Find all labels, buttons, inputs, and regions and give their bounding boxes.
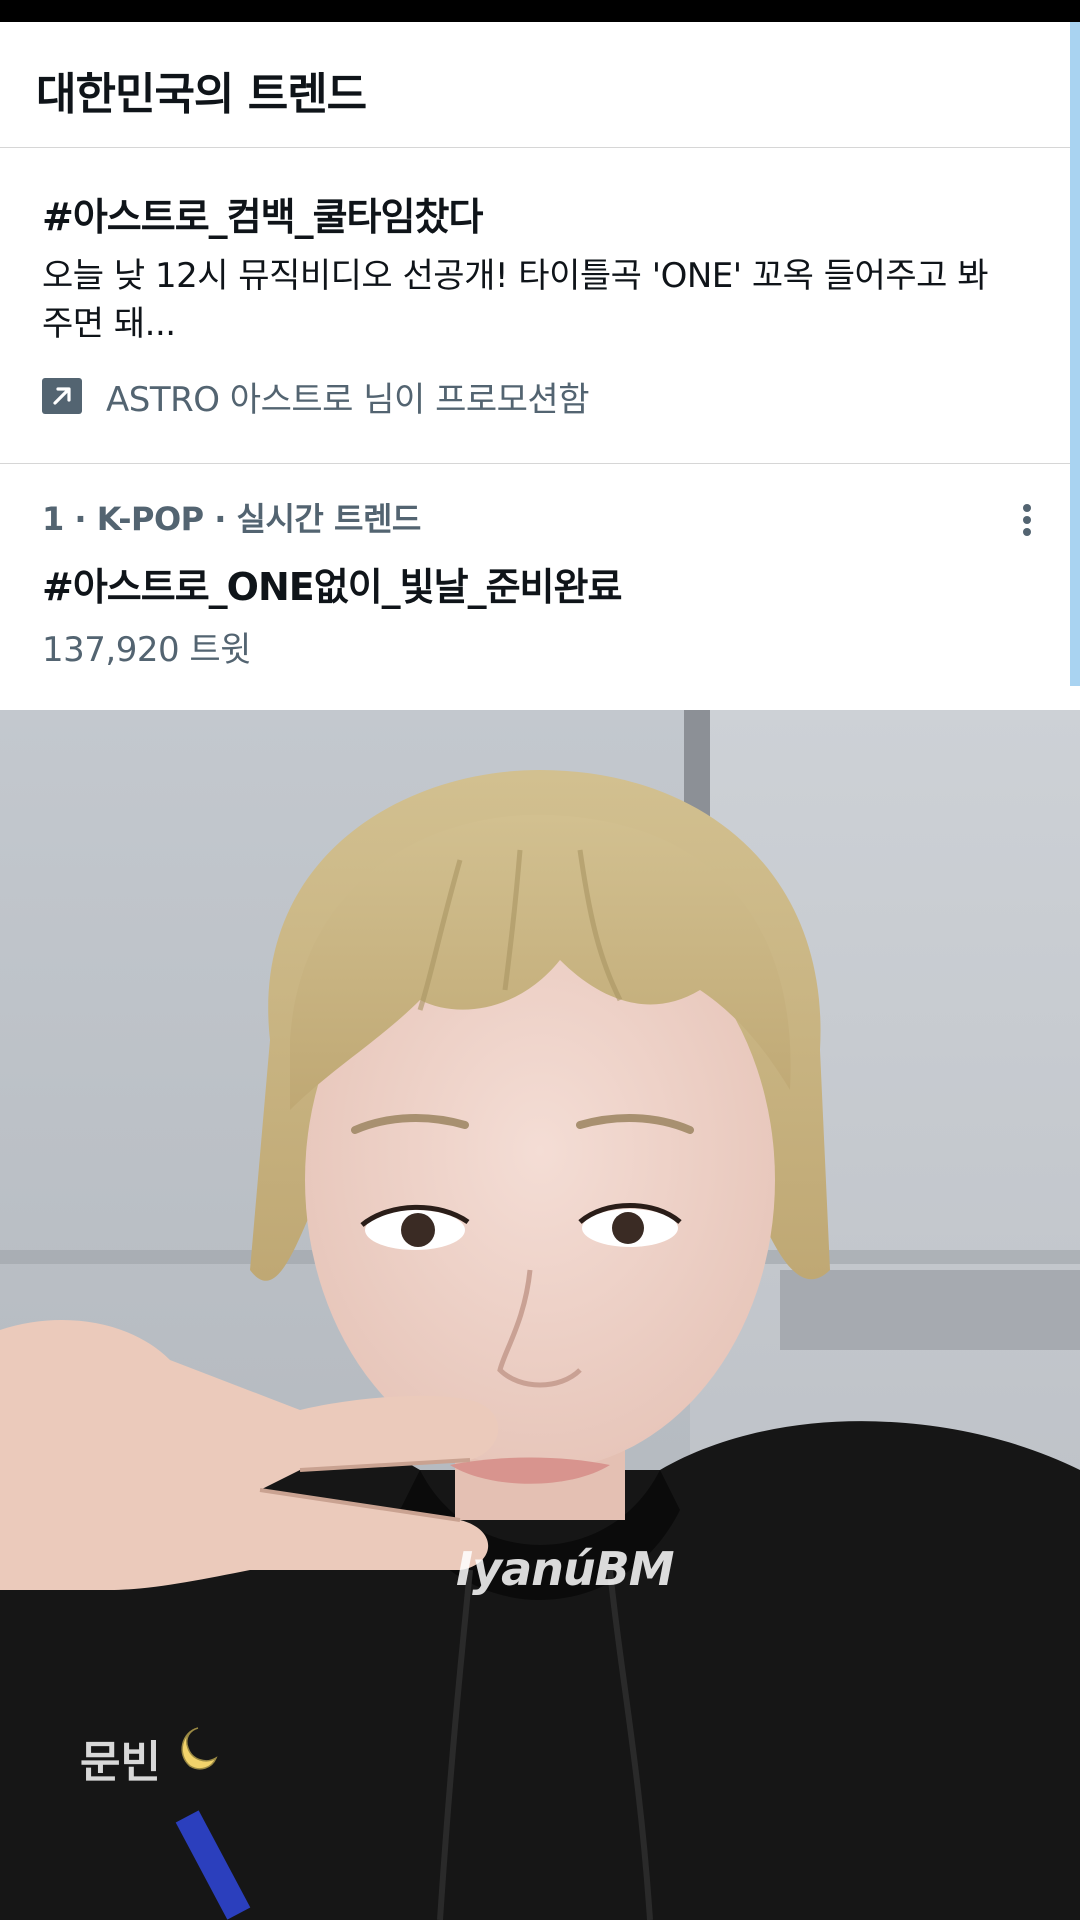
promoted-arrow-icon [42, 378, 82, 414]
photo-watermark: IyanúBM [456, 1542, 674, 1596]
promoted-by-row: ASTRO 아스트로 님이 프로모션함 [42, 376, 590, 420]
screen: 대한민국의 트렌드 #아스트로_컴백_쿨타임찼다 오늘 낮 12시 뮤직비디오 … [0, 0, 1080, 1920]
page-title: 대한민국의 트렌드 [36, 69, 367, 120]
trends-panel: 대한민국의 트렌드 #아스트로_컴백_쿨타임찼다 오늘 낮 12시 뮤직비디오 … [0, 22, 1080, 710]
promoted-description: 오늘 낮 12시 뮤직비디오 선공개! 타이틀곡 'ONE' 꼬옥 들어주고 봐… [42, 256, 988, 344]
status-bar [0, 0, 1080, 22]
trends-header: 대한민국의 트렌드 [0, 22, 1070, 148]
scroll-indicator [1070, 22, 1080, 686]
promoted-by-label: ASTRO 아스트로 님이 프로모션함 [106, 379, 590, 420]
trend-item[interactable]: 1 · K-POP · 실시간 트렌드 #아스트로_ONE없이_빛날_준비완료 … [0, 464, 1070, 710]
more-dots-icon[interactable] [1012, 500, 1042, 540]
photo-signature: 문빈 [80, 1737, 161, 1788]
trend-tweet-count: 137,920 트윗 [42, 630, 251, 670]
trend-hashtag[interactable]: #아스트로_ONE없이_빛날_준비완료 [42, 556, 622, 611]
trend-meta: 1 · K-POP · 실시간 트렌드 [42, 500, 421, 538]
crescent-moon-icon [181, 1727, 218, 1770]
selfie-photo: IyanúBM 문빈 [0, 710, 1080, 1920]
promoted-trend[interactable]: #아스트로_컴백_쿨타임찼다 오늘 낮 12시 뮤직비디오 선공개! 타이틀곡 … [0, 148, 1070, 464]
promoted-hashtag[interactable]: #아스트로_컴백_쿨타임찼다 [42, 186, 483, 241]
photo-illustration [0, 710, 1080, 1920]
